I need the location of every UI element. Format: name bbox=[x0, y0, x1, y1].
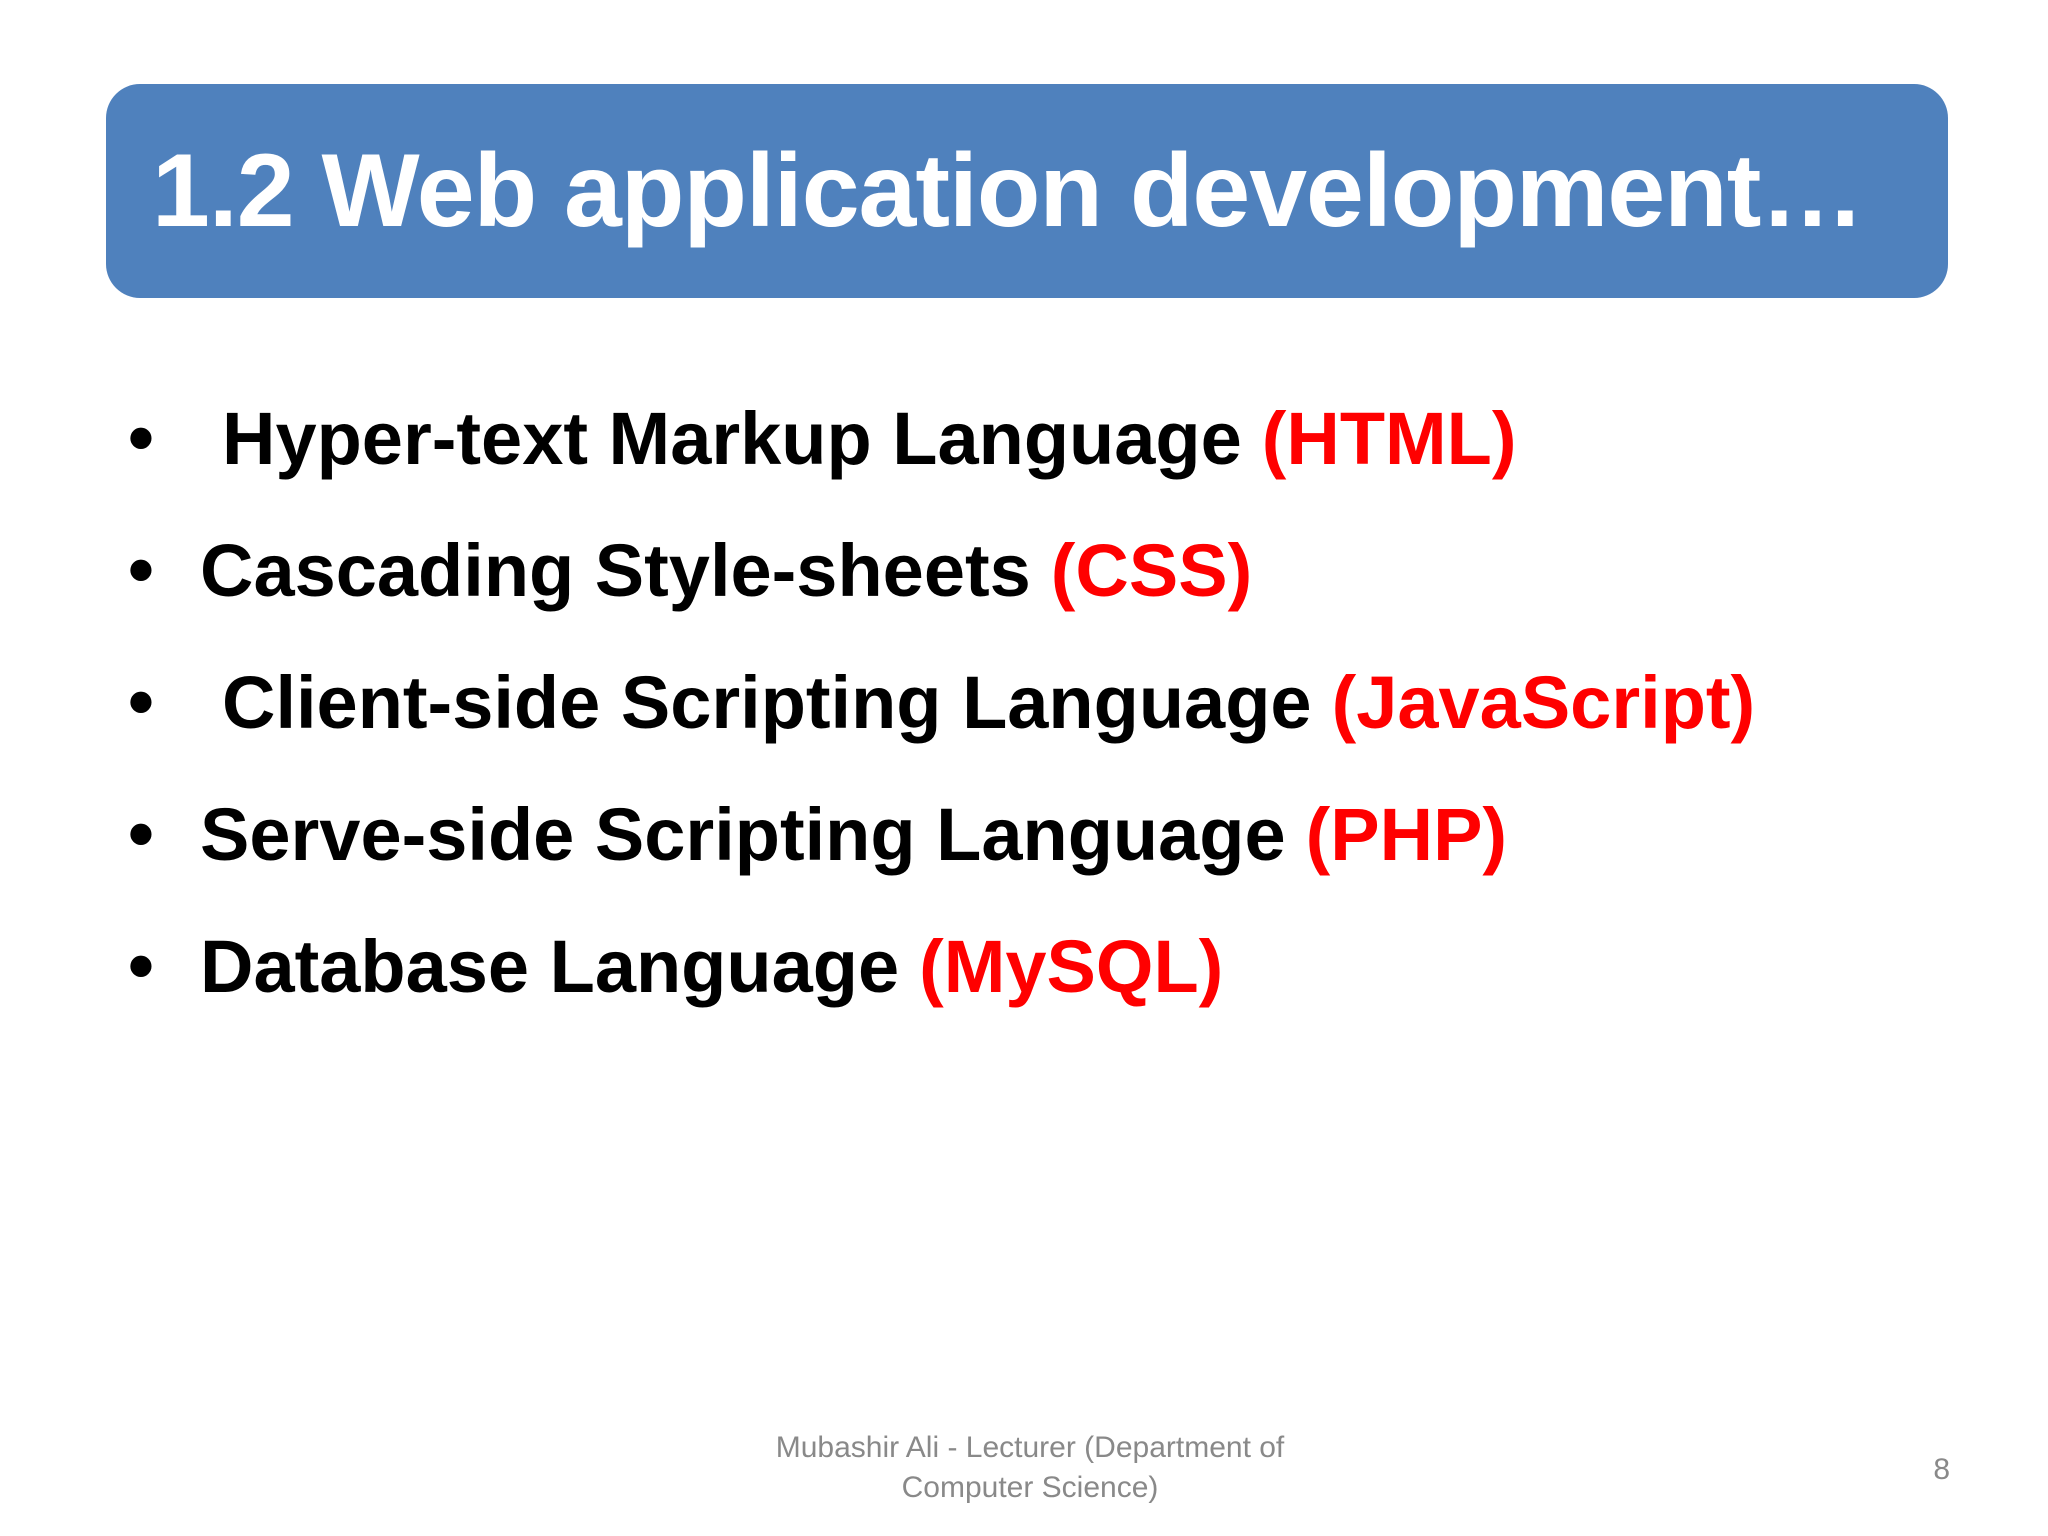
bullet-icon: • bbox=[128, 924, 154, 1007]
slide-number: 8 bbox=[1933, 1453, 1950, 1486]
footer-line: Mubashir Ali - Lecturer (Department of bbox=[775, 1431, 1285, 1464]
bullet-icon: • bbox=[128, 792, 154, 875]
list-item: • Cascading Style-sheets (CSS) bbox=[128, 504, 1755, 636]
bullet-text: Cascading Style-sheets bbox=[200, 528, 1031, 612]
bullet-icon: • bbox=[128, 660, 154, 743]
bullet-text: Database Language bbox=[200, 924, 900, 1008]
bullet-list: • Hyper-text Markup Language (HTML) • Ca… bbox=[128, 372, 1755, 1032]
bullet-abbreviation: (JavaScript) bbox=[1331, 660, 1756, 744]
slide-title: 1.2 Web application development… bbox=[152, 133, 1864, 249]
bullet-text: Serve-side Scripting Language bbox=[200, 792, 1286, 876]
bullet-text: Client-side Scripting Language bbox=[222, 660, 1312, 744]
footer: Mubashir Ali - Lecturer (Department of C… bbox=[700, 1428, 1360, 1508]
list-item: • Serve-side Scripting Language (PHP) bbox=[128, 768, 1755, 900]
bullet-icon: • bbox=[128, 396, 154, 479]
bullet-abbreviation: (PHP) bbox=[1305, 792, 1508, 876]
slide: 1.2 Web application development… • Hyper… bbox=[0, 0, 2048, 1536]
bullet-abbreviation: (HTML) bbox=[1261, 396, 1517, 480]
title-banner: 1.2 Web application development… bbox=[106, 84, 1948, 298]
bullet-text: Hyper-text Markup Language bbox=[222, 396, 1242, 480]
bullet-abbreviation: (CSS) bbox=[1050, 528, 1253, 612]
list-item: • Database Language (MySQL) bbox=[128, 900, 1755, 1032]
list-item: • Client-side Scripting Language (JavaSc… bbox=[128, 636, 1755, 768]
bullet-icon: • bbox=[128, 528, 154, 611]
bullet-abbreviation: (MySQL) bbox=[919, 924, 1224, 1008]
footer-line: Computer Science) bbox=[901, 1471, 1159, 1504]
list-item: • Hyper-text Markup Language (HTML) bbox=[128, 372, 1755, 504]
